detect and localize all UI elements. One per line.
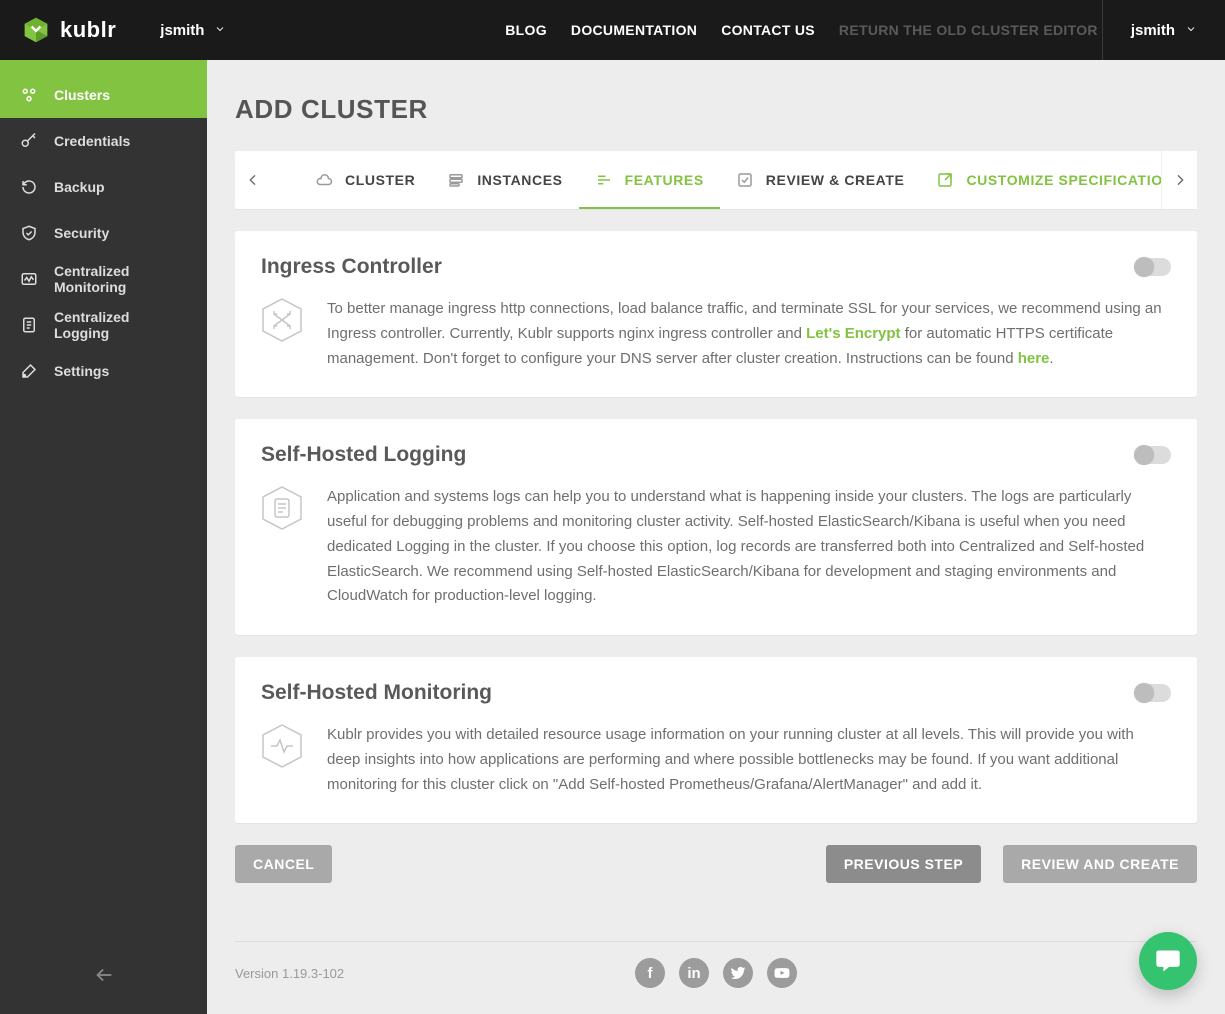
step-instances[interactable]: INSTANCES	[431, 151, 578, 209]
shield-icon	[20, 224, 38, 242]
sidebar-item-label: Credentials	[54, 133, 130, 149]
instances-icon	[447, 171, 465, 189]
sidebar-item-backup[interactable]: Backup	[0, 164, 207, 210]
user-dropdown[interactable]: jsmith	[1103, 22, 1225, 39]
topbar: kublr jsmith BLOG DOCUMENTATION CONTACT …	[0, 0, 1225, 60]
monitoring-icon	[20, 270, 38, 288]
cancel-button[interactable]: CANCEL	[235, 845, 332, 883]
card-title: Ingress Controller	[261, 255, 442, 279]
card-description: Kublr provides you with detailed resourc…	[327, 723, 1171, 797]
backup-icon	[20, 178, 38, 196]
sidebar-item-centralized-monitoring[interactable]: Centralized Monitoring	[0, 256, 207, 302]
sidebar-item-clusters[interactable]: Clusters	[0, 72, 207, 118]
step-review-create[interactable]: REVIEW & CREATE	[720, 151, 921, 209]
nav-contact[interactable]: CONTACT US	[721, 22, 815, 38]
stepper-prev-arrow[interactable]	[235, 151, 271, 209]
card-self-hosted-logging: Self-Hosted Logging Application and syst…	[235, 419, 1197, 635]
step-label: CLUSTER	[345, 172, 415, 188]
toggle-ingress-controller[interactable]	[1135, 258, 1171, 276]
previous-step-button[interactable]: PREVIOUS STEP	[826, 845, 981, 883]
card-ingress-controller: Ingress Controller To better manage ingr…	[235, 231, 1197, 397]
ingress-hex-icon	[261, 297, 303, 343]
chat-fab[interactable]	[1139, 932, 1197, 990]
cloud-icon	[315, 171, 333, 189]
chevron-down-icon	[1185, 23, 1197, 38]
step-label: FEATURES	[625, 172, 704, 188]
link-lets-encrypt[interactable]: Let's Encrypt	[806, 325, 900, 342]
card-description: Application and systems logs can help yo…	[327, 485, 1171, 609]
sidebar-collapse-button[interactable]	[0, 964, 207, 986]
wizard-footer: CANCEL PREVIOUS STEP REVIEW AND CREATE	[235, 823, 1197, 883]
step-label: REVIEW & CREATE	[766, 172, 905, 188]
user-menu: jsmith	[1102, 0, 1225, 60]
logging-hex-icon	[261, 485, 303, 531]
step-customize[interactable]: CUSTOMIZE SPECIFICATION	[920, 151, 1189, 209]
toggle-self-hosted-monitoring[interactable]	[1135, 684, 1171, 702]
sidebar-item-label: Security	[54, 225, 109, 241]
features-icon	[595, 171, 613, 189]
step-cluster[interactable]: CLUSTER	[299, 151, 431, 209]
wizard-stepper: CLUSTER INSTANCES FEATURES REVIEW & CREA…	[235, 151, 1197, 209]
clusters-icon	[20, 86, 38, 104]
sidebar-item-label: Centralized Monitoring	[54, 263, 187, 295]
sidebar-item-label: Clusters	[54, 87, 110, 103]
logging-icon	[20, 316, 38, 334]
brand-hex-icon	[22, 16, 50, 44]
workspace-user-label: jsmith	[160, 22, 204, 39]
sidebar-item-security[interactable]: Security	[0, 210, 207, 256]
nav-blog[interactable]: BLOG	[505, 22, 547, 38]
nav-return-old-editor[interactable]: RETURN THE OLD CLUSTER EDITOR	[839, 22, 1098, 38]
step-features[interactable]: FEATURES	[579, 151, 720, 209]
stepper-next-arrow[interactable]	[1161, 151, 1197, 209]
main-content: ADD CLUSTER CLUSTER INSTANCES FEATURES R…	[207, 60, 1225, 1014]
sidebar-item-credentials[interactable]: Credentials	[0, 118, 207, 164]
card-title: Self-Hosted Logging	[261, 443, 466, 467]
settings-icon	[20, 362, 38, 380]
sidebar-item-label: Centralized Logging	[54, 309, 187, 341]
version-label: Version 1.19.3-102	[235, 966, 344, 981]
monitoring-hex-icon	[261, 723, 303, 769]
social-twitter[interactable]	[723, 958, 753, 988]
social-youtube[interactable]	[767, 958, 797, 988]
nav-documentation[interactable]: DOCUMENTATION	[571, 22, 697, 38]
step-label: INSTANCES	[477, 172, 562, 188]
toggle-self-hosted-logging[interactable]	[1135, 446, 1171, 464]
card-title: Self-Hosted Monitoring	[261, 681, 492, 705]
key-icon	[20, 132, 38, 150]
sidebar-item-label: Backup	[54, 179, 105, 195]
user-name-label: jsmith	[1131, 22, 1175, 39]
sidebar-accent-bar	[0, 60, 207, 72]
stepper-steps: CLUSTER INSTANCES FEATURES REVIEW & CREA…	[271, 151, 1197, 209]
footer-bar: Version 1.19.3-102 f in	[235, 941, 1197, 1002]
social-links: f in	[635, 958, 797, 988]
sidebar-item-centralized-logging[interactable]: Centralized Logging	[0, 302, 207, 348]
chevron-down-icon	[214, 23, 226, 38]
brand-logo[interactable]: kublr	[0, 16, 138, 44]
sidebar-item-settings[interactable]: Settings	[0, 348, 207, 394]
link-instructions-here[interactable]: here	[1018, 350, 1050, 367]
card-text-post: .	[1049, 350, 1053, 367]
sidebar-item-label: Settings	[54, 363, 109, 379]
workspace-dropdown[interactable]: jsmith	[138, 22, 248, 39]
page-title: ADD CLUSTER	[235, 60, 1197, 151]
brand-name: kublr	[60, 17, 116, 43]
social-facebook[interactable]: f	[635, 958, 665, 988]
review-and-create-button[interactable]: REVIEW AND CREATE	[1003, 845, 1197, 883]
step-label: CUSTOMIZE SPECIFICATION	[966, 172, 1173, 188]
card-description: To better manage ingress http connection…	[327, 297, 1171, 371]
customize-icon	[936, 171, 954, 189]
sidebar: Clusters Credentials Backup Security Cen…	[0, 60, 207, 1014]
card-self-hosted-monitoring: Self-Hosted Monitoring Kublr provides yo…	[235, 657, 1197, 823]
top-nav: BLOG DOCUMENTATION CONTACT US RETURN THE…	[248, 22, 1101, 38]
social-linkedin[interactable]: in	[679, 958, 709, 988]
review-icon	[736, 171, 754, 189]
